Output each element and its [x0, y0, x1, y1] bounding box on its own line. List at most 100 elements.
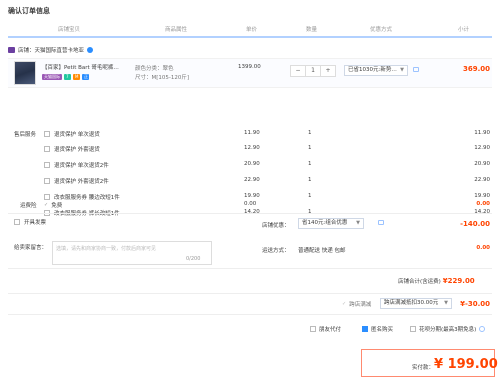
- service-qty: 1: [308, 177, 312, 183]
- shipping-insurance-label: 运费险: [20, 203, 37, 209]
- service-qty: 1: [308, 145, 312, 151]
- service-label: 改衣服服务券 腰边改短1件: [54, 195, 120, 201]
- tmall-coupon-row: ✓ 跨店满减: [342, 300, 371, 308]
- service-qty: 1: [308, 130, 312, 136]
- service-price: 11.90: [244, 130, 260, 136]
- service-price: 20.90: [244, 161, 260, 167]
- store-discount-label: 店铺优惠：: [262, 223, 290, 229]
- message-label: 给卖家留言：: [14, 245, 48, 251]
- product-badges: 天猫国际 7 M 正: [42, 74, 89, 80]
- discount-chat-icon[interactable]: [413, 67, 419, 72]
- final-payment-label: 实付款：: [412, 365, 435, 371]
- m-badge: M: [73, 74, 80, 80]
- shipping-insurance-option: ✓ 免费: [44, 201, 62, 209]
- store-discount-chat-icon[interactable]: [378, 220, 384, 225]
- shipping-insurance-value: 免费: [51, 203, 63, 209]
- service-qty: 1: [308, 193, 312, 199]
- service-label: 退货保护 单次退货2件: [54, 163, 109, 169]
- product-thumbnail[interactable]: [14, 61, 36, 85]
- store-row: 店铺：天猫国际直营卡地亚: [8, 44, 94, 56]
- service-subtotal: 20.90: [474, 161, 490, 167]
- service-price: 14.20: [244, 209, 260, 215]
- section-divider: [8, 314, 492, 315]
- service-subtotal: 22.90: [474, 177, 490, 183]
- delivery-value: 普通配送 快递 包邮: [298, 248, 346, 254]
- help-icon[interactable]: [479, 326, 486, 332]
- attr-color: 颜色分类：翠色: [135, 66, 174, 72]
- col-header-discount: 优惠方式: [370, 27, 393, 33]
- service-label: 退货保护 外套退货: [54, 147, 100, 153]
- service-row: 退货保护 单次退货2件: [44, 159, 109, 171]
- section-divider: [8, 213, 492, 214]
- chevron-down-icon: ▼: [356, 220, 360, 226]
- discount-select-value: 已省1030元:新势…: [348, 67, 397, 73]
- final-payment-amount: ¥ 199.00: [434, 357, 498, 372]
- service-checkbox[interactable]: [44, 194, 50, 200]
- section-divider: [8, 268, 492, 269]
- service-label: 退货保护 单次退货: [54, 132, 100, 138]
- message-char-count: 0/200: [186, 256, 201, 262]
- installment-checkbox[interactable]: [410, 326, 416, 332]
- section-divider: [8, 293, 492, 294]
- service-price: 19.90: [244, 193, 260, 199]
- product-name[interactable]: 【百家】Petit Bart 哥毛呢裤…: [42, 63, 122, 71]
- invoice-option[interactable]: 开具发票: [14, 218, 46, 226]
- invoice-label: 开具发票: [24, 220, 47, 226]
- chevron-down-icon: ▼: [444, 300, 448, 306]
- col-header-attr: 商品属性: [165, 27, 188, 33]
- col-header-qty: 数量: [306, 27, 318, 33]
- chat-icon[interactable]: [87, 47, 94, 53]
- installment-option[interactable]: 花呗分期(最高3期免息): [410, 325, 486, 333]
- authentic-badge: 正: [82, 74, 89, 80]
- col-header-subtotal: 小计: [458, 27, 470, 33]
- service-qty: 1: [308, 161, 312, 167]
- service-subtotal: 19.90: [474, 193, 490, 199]
- shipping-price: 0.00: [244, 201, 257, 207]
- service-row: 退货保护 单次退货: [44, 128, 100, 140]
- friend-pay-option[interactable]: 朋友代付: [310, 325, 341, 333]
- store-total: 店铺合计(含运费) ¥229.00: [398, 277, 475, 285]
- service-checkbox[interactable]: [44, 131, 50, 137]
- check-icon: ✓: [44, 202, 49, 208]
- service-subtotal: 14.20: [474, 209, 490, 215]
- tmall-coupon-amount: ¥-30.00: [460, 300, 490, 308]
- invoice-checkbox[interactable]: [14, 219, 20, 225]
- quantity-stepper: − 1 +: [290, 65, 336, 77]
- service-checkbox[interactable]: [44, 146, 50, 152]
- seven-day-badge: 7: [64, 74, 71, 80]
- check-icon: ✓: [342, 301, 347, 307]
- anonymous-checkbox[interactable]: [362, 326, 368, 332]
- service-label: 退货保护 外套退货2件: [54, 179, 109, 185]
- friend-pay-checkbox[interactable]: [310, 326, 316, 332]
- qty-minus-button[interactable]: −: [291, 66, 306, 76]
- service-checkbox[interactable]: [44, 178, 50, 184]
- delivery-label: 运送方式：: [262, 248, 290, 254]
- qty-plus-button[interactable]: +: [321, 66, 335, 76]
- tmall-coupon-value: 跨店满减抵扣30.00元: [384, 300, 439, 306]
- store-icon: [8, 47, 15, 53]
- chevron-down-icon: ▼: [400, 67, 404, 73]
- anonymous-option[interactable]: 匿名购买: [362, 325, 393, 333]
- store-name[interactable]: 店铺：天猫国际直营卡地亚: [18, 46, 84, 54]
- service-row: 退货保护 外套退货2件: [44, 175, 109, 187]
- qty-value[interactable]: 1: [306, 66, 321, 76]
- installment-label: 花呗分期(最高3期免息): [419, 327, 477, 333]
- item-subtotal: 369.00: [462, 65, 490, 73]
- shipping-subtotal: 0.00: [476, 201, 490, 207]
- col-header-price: 单价: [246, 27, 258, 33]
- service-price: 12.90: [244, 145, 260, 151]
- service-row: 退货保护 外套退货: [44, 143, 100, 155]
- store-discount-amount: -140.00: [460, 220, 490, 228]
- friend-pay-label: 朋友代付: [319, 327, 342, 333]
- service-checkbox[interactable]: [44, 162, 50, 168]
- store-discount-select[interactable]: 省140元:组合优惠 ▼: [298, 218, 364, 229]
- discount-select[interactable]: 已省1030元:新势… ▼: [344, 65, 408, 76]
- service-subtotal: 11.90: [474, 130, 490, 136]
- tmall-global-badge: 天猫国际: [42, 74, 62, 80]
- services-header: 售后服务: [14, 132, 37, 138]
- message-placeholder: 选填，请先和商家协商一致，付款后商家可见: [56, 246, 157, 252]
- col-header-item: 店铺宝贝: [58, 27, 81, 33]
- item-price: 1399.00: [238, 64, 261, 70]
- tmall-coupon-select[interactable]: 跨店满减抵扣30.00元 ▼: [380, 298, 452, 309]
- anonymous-label: 匿名购买: [371, 327, 394, 333]
